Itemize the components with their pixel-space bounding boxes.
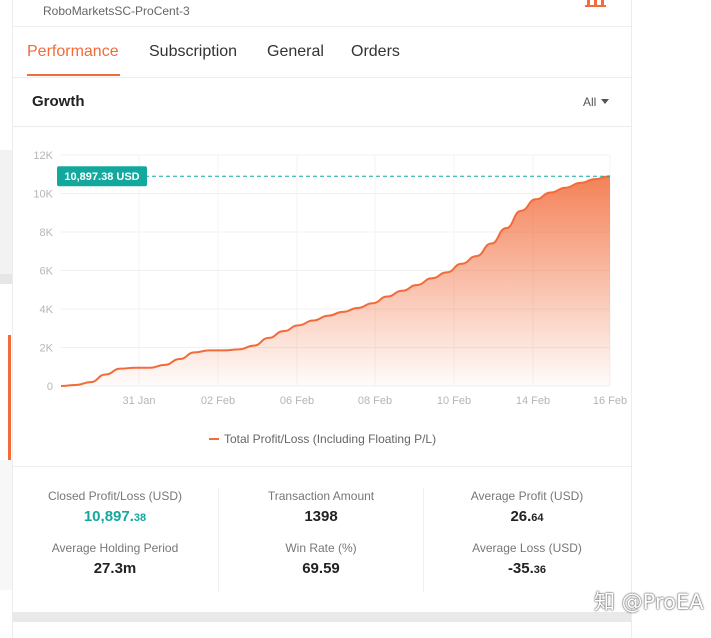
legend-swatch [209, 438, 219, 440]
performance-panel: RoboMarketsSC-ProCent-3 Performance Subs… [12, 0, 632, 638]
y-tick-label: 6K [40, 266, 54, 278]
left-active-indicator [8, 335, 11, 460]
stat-label: Average Profit (USD) [470, 489, 584, 503]
x-tick-label: 10 Feb [437, 395, 471, 407]
stat-value-int: 10,897. [83, 508, 134, 525]
x-tick-label: 31 Jan [122, 395, 155, 407]
watermark: 知 @ProEA [594, 590, 704, 614]
stats-column-divider [423, 488, 424, 592]
y-tick-label: 4K [40, 304, 54, 316]
stat-value-dec: 64 [531, 512, 544, 524]
stat-closed-pl: Closed Profit/Loss (USD) 10,897.38 [15, 489, 215, 525]
stat-value-dec: 38 [133, 512, 147, 524]
y-tick-label: 10K [33, 189, 53, 201]
stat-label: Transaction Amount [267, 489, 375, 503]
stat-value: 1398 [304, 508, 338, 525]
stat-value-int: 26. [510, 508, 532, 525]
stat-value: 69.59 [302, 560, 340, 577]
stat-average-profit: Average Profit (USD) 26.64 [427, 489, 627, 525]
x-tick-label: 06 Feb [280, 395, 314, 407]
stats-column-divider [218, 488, 219, 592]
stat-value-int: -35. [507, 560, 534, 577]
stat-win-rate: Win Rate (%) 69.59 [221, 541, 421, 577]
x-tick-label: 16 Feb [593, 395, 627, 407]
stat-average-loss: Average Loss (USD) -35.36 [427, 541, 627, 577]
left-background-band-lower [0, 460, 12, 590]
y-tick-label: 0 [47, 381, 53, 393]
x-tick-label: 14 Feb [516, 395, 550, 407]
y-tick-label: 8K [40, 227, 54, 239]
stat-value: 27.3m [93, 560, 137, 577]
stats-divider [13, 466, 631, 467]
current-value-label: 10,897.38 USD [64, 171, 139, 183]
stat-label: Win Rate (%) [285, 541, 357, 555]
growth-chart: 0 2K 4K 6K 8K 10K 12K 31 Jan 02 Feb 06 Feb 08 Feb 1… [33, 150, 627, 407]
y-tick-label: 12K [33, 150, 53, 162]
stat-label: Average Holding Period [51, 541, 179, 555]
stat-label: Average Loss (USD) [472, 541, 582, 555]
x-tick-label: 02 Feb [201, 395, 235, 407]
legend-label: Total Profit/Loss (Including Floating P/… [224, 432, 437, 446]
stat-transaction-amount: Transaction Amount 1398 [221, 489, 421, 525]
left-background-band [0, 150, 12, 280]
x-tick-label: 08 Feb [358, 395, 392, 407]
stat-value: 10,897.38 [15, 508, 215, 525]
left-background-divider [0, 274, 12, 284]
stat-label: Closed Profit/Loss (USD) [47, 489, 183, 503]
chart-legend: Total Profit/Loss (Including Floating P/… [209, 432, 436, 446]
stat-value-dec: 36 [533, 564, 547, 576]
y-tick-label: 2K [40, 343, 54, 355]
stat-average-holding-period: Average Holding Period 27.3m [15, 541, 215, 577]
stat-value: 26.64 [427, 508, 627, 525]
bottom-scroll-bar[interactable] [13, 612, 631, 622]
stat-value: -35.36 [427, 560, 627, 577]
